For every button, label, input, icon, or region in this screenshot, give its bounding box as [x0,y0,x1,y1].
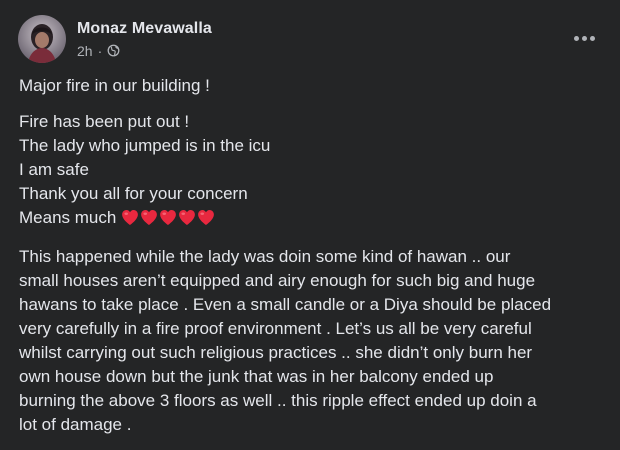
post-body: Major fire in our building ! Fire has be… [19,74,609,449]
text-line: Major fire in our building ! [19,76,210,95]
more-options-button[interactable] [570,24,598,52]
separator-dot: · [97,42,103,59]
post-timestamp[interactable]: 2h [77,42,93,60]
text-line: hawans to take place . Even a small cand… [19,295,552,314]
red-heart-icon [178,209,196,233]
text-line: The lady who jumped is in the icu [19,136,271,155]
paragraph-3: This happened while the lady was doin so… [19,245,609,437]
text-line: own house down but the junk that was in … [19,367,494,386]
red-heart-icon [197,209,215,233]
text-line: very carefully in a fire proof environme… [19,319,532,338]
text-line: small houses aren’t equipped and airy en… [19,271,536,290]
post-header: Monaz Mevawalla 2h · [18,14,212,64]
text-line: lot of damage . [19,415,132,434]
text-line: burning the above 3 floors as well .. th… [19,391,537,410]
text-line: I am safe [19,160,89,179]
avatar[interactable] [18,15,66,63]
text-line-with-hearts: Means much [19,206,609,233]
more-dot [589,35,595,41]
hearts-row [121,209,216,233]
paragraph-2: Fire has been put out ! The lady who jum… [19,110,609,233]
post-meta: Monaz Mevawalla 2h · [77,19,212,60]
red-heart-icon [121,209,139,233]
paragraph-1: Major fire in our building ! [19,74,609,98]
text-line: Fire has been put out ! [19,112,190,131]
author-name[interactable]: Monaz Mevawalla [77,19,212,39]
text-line: Means much [19,208,117,227]
red-heart-icon [140,209,158,233]
facebook-post: Monaz Mevawalla 2h · Major fire in our b… [0,0,620,450]
post-subline: 2h · [77,42,212,60]
text-line: whilst carrying out such religious pract… [19,343,533,362]
more-dot [581,35,587,41]
more-horizontal-icon [573,35,579,41]
globe-icon[interactable] [107,44,120,57]
text-line: Thank you all for your concern [19,184,248,203]
text-line: This happened while the lady was doin so… [19,247,511,266]
red-heart-icon [159,209,177,233]
